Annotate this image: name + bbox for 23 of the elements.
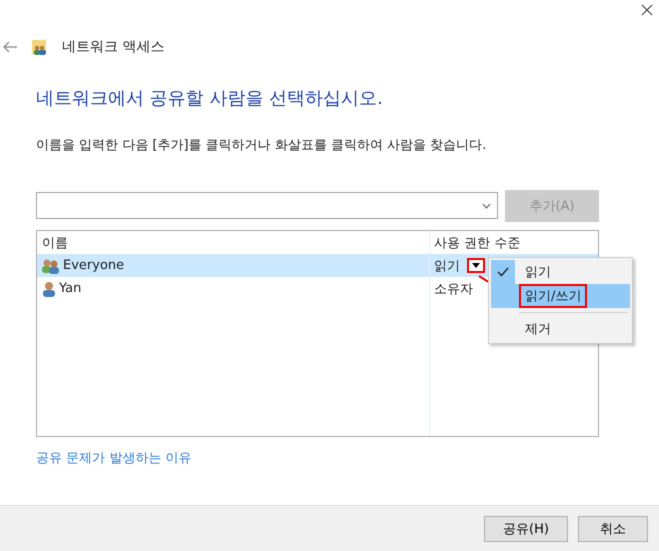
caret-icon <box>472 263 480 268</box>
person-name: Yan <box>59 281 82 296</box>
back-arrow-icon[interactable] <box>2 41 18 53</box>
cancel-button[interactable]: 취소 <box>578 516 648 542</box>
column-header[interactable]: 이름 <box>37 234 429 252</box>
page-heading: 네트워크에서 공유할 사람을 선택하십시오. <box>36 87 384 110</box>
check-icon <box>497 267 509 277</box>
window-title: 네트워크 액세스 <box>62 38 164 56</box>
share-button[interactable]: 공유(H) <box>484 516 568 542</box>
chevron-down-icon[interactable] <box>482 202 491 208</box>
person-name: Everyone <box>63 258 124 273</box>
shared-folder-icon <box>32 39 48 55</box>
menu-item[interactable]: 읽기/쓰기 <box>491 284 630 308</box>
instruction-text: 이름을 입력한 다음 [추가]를 클릭하거나 화살표를 클릭하여 사람을 찾습니다. <box>36 137 488 154</box>
column-header[interactable]: 사용 권한 수준 <box>429 234 598 252</box>
menu-item[interactable]: 제거 <box>491 317 630 341</box>
help-link[interactable]: 공유 문제가 발생하는 이유 <box>36 449 192 467</box>
users-icon <box>42 258 60 274</box>
permission-level: 소유자 <box>434 280 473 298</box>
close-icon[interactable] <box>641 4 653 16</box>
permission-level: 읽기 <box>434 258 460 274</box>
user-icon <box>42 280 56 296</box>
permission-dropdown-button[interactable] <box>467 258 485 273</box>
